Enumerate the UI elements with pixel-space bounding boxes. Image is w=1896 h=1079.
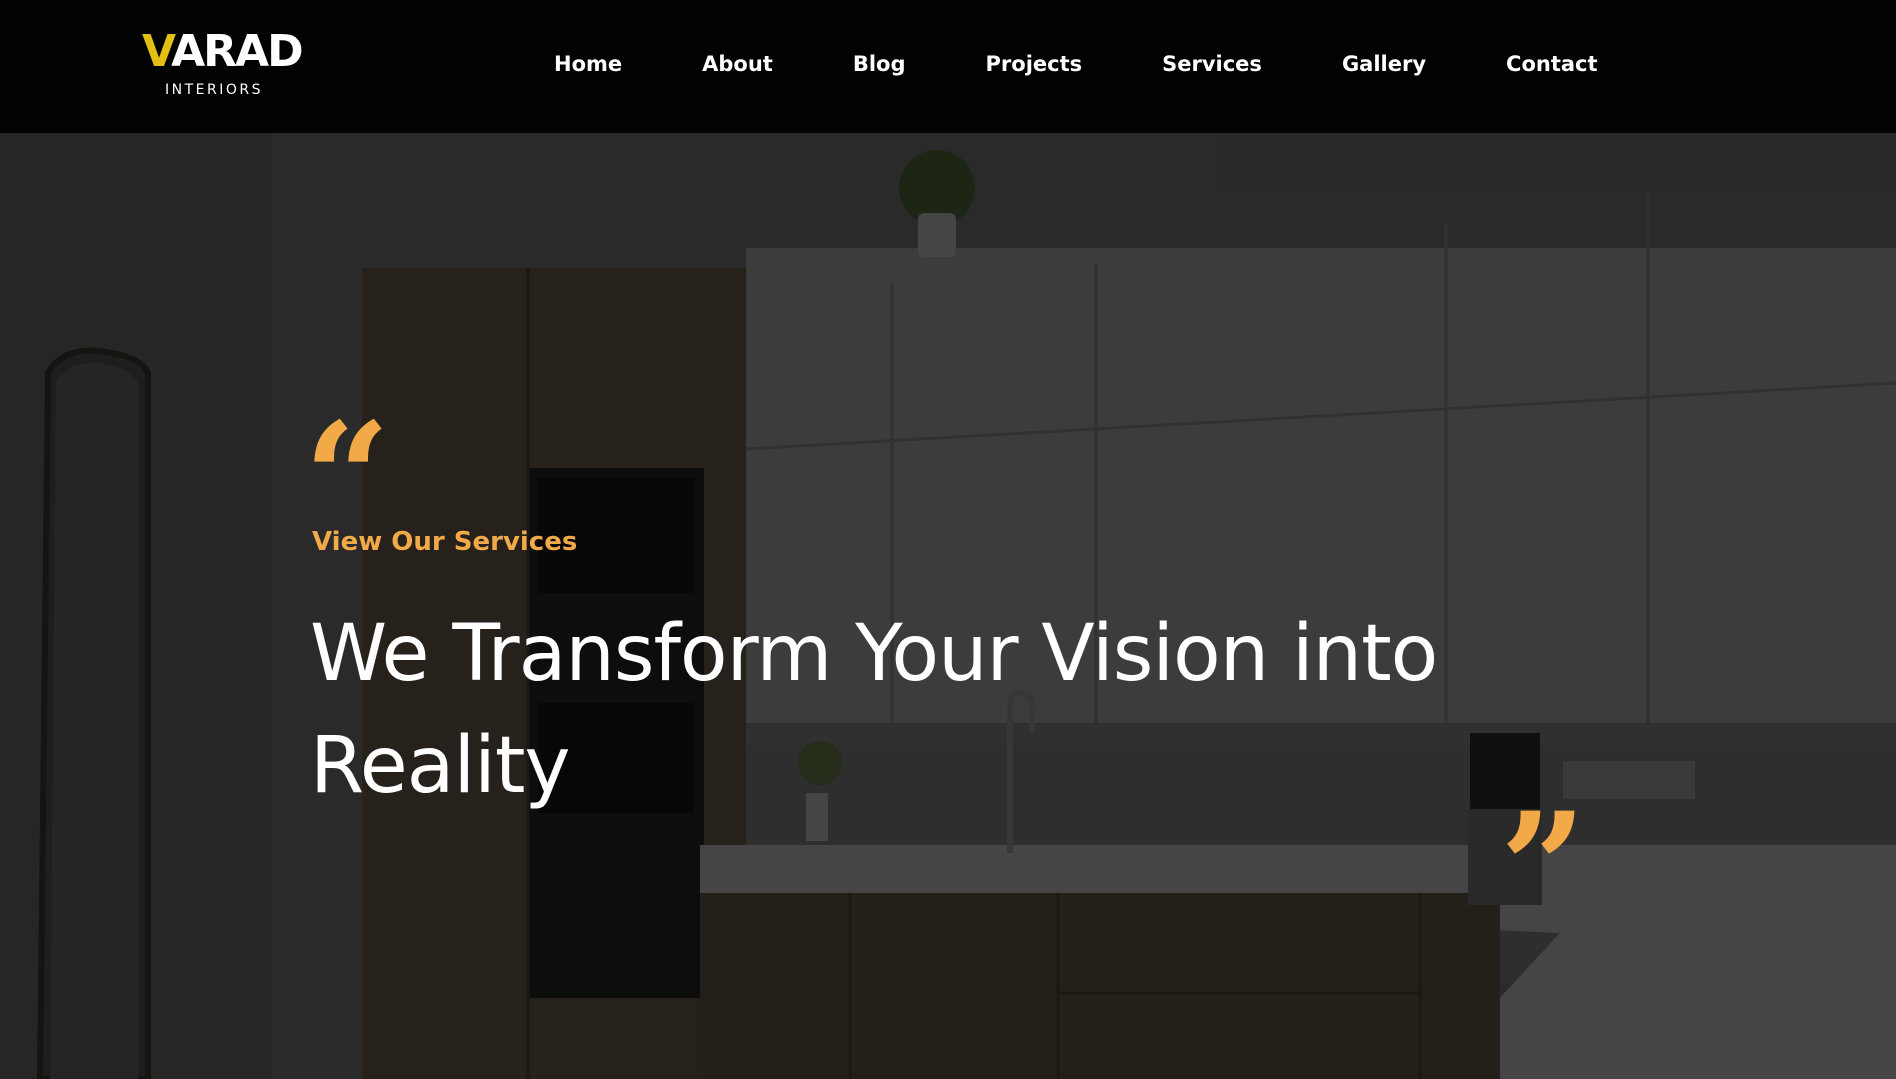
- main-nav: Home About Blog Projects Services Galler…: [554, 52, 1678, 76]
- nav-contact[interactable]: Contact: [1506, 52, 1598, 76]
- view-services-link[interactable]: View Our Services: [312, 527, 577, 557]
- nav-gallery[interactable]: Gallery: [1342, 52, 1426, 76]
- nav-projects[interactable]: Projects: [986, 52, 1083, 76]
- hero-section: “ View Our Services We Transform Your Vi…: [0, 133, 1896, 1079]
- nav-blog[interactable]: Blog: [853, 52, 906, 76]
- nav-about[interactable]: About: [702, 52, 773, 76]
- brand-logo[interactable]: VARAD INTERIORS: [142, 30, 304, 99]
- logo-subtitle: INTERIORS: [165, 82, 263, 98]
- hero-headline: We Transform Your Vision into Reality: [310, 609, 1438, 811]
- nav-home[interactable]: Home: [554, 52, 622, 76]
- quote-close-icon: ”: [1500, 780, 1587, 956]
- nav-services[interactable]: Services: [1162, 52, 1262, 76]
- site-header: VARAD INTERIORS Home About Blog Projects…: [0, 0, 1896, 133]
- logo-wordmark: VARAD: [142, 26, 304, 77]
